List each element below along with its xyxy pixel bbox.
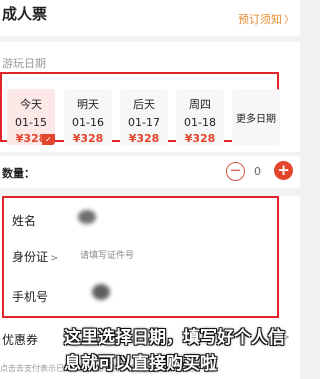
quantity-row: 数量： − 0 +: [0, 156, 300, 188]
date-day: 明天: [77, 98, 99, 111]
chevron-right-icon: >: [50, 253, 59, 264]
date-value: 01-16: [72, 116, 104, 129]
date-option-day-after[interactable]: 后天 01-17 ¥328: [120, 89, 168, 145]
date-price: ¥328: [128, 132, 160, 145]
visit-date-label: 游玩日期: [2, 57, 46, 70]
more-dates-label: 更多日期: [236, 113, 276, 125]
booking-notice-label: 预订须知: [238, 13, 282, 26]
booking-notice-link[interactable]: 预订须知〉: [238, 11, 294, 27]
id-field-label[interactable]: 身份证 >: [12, 248, 58, 265]
date-day: 周四: [189, 98, 211, 111]
date-day: 后天: [133, 98, 155, 111]
date-option-today[interactable]: 今天 01-15 ¥328 ✓: [7, 89, 55, 145]
date-price: ¥328: [184, 132, 216, 145]
date-value: 01-17: [128, 116, 160, 129]
decrease-quantity-button[interactable]: −: [226, 162, 245, 181]
chevron-right-icon: 〉: [284, 15, 294, 26]
name-field-label: 姓名: [12, 214, 37, 228]
date-day: 今天: [20, 98, 42, 111]
phone-field-label: 手机号: [12, 290, 49, 304]
coupon-label: 优惠券: [2, 333, 39, 347]
page-title: 成人票: [2, 5, 48, 23]
more-dates-button[interactable]: 更多日期: [232, 89, 280, 145]
date-value: 01-15: [15, 116, 47, 129]
overlay-caption: 这里选择日期，填写好个人信息就可以直接购买啦: [64, 328, 285, 374]
date-option-tomorrow[interactable]: 明天 01-16 ¥328: [64, 89, 112, 145]
header-bar: 成人票 预订须知〉: [0, 0, 300, 36]
name-field-value[interactable]: [78, 210, 96, 224]
phone-field-value[interactable]: [92, 284, 110, 300]
quantity-value: 0: [254, 165, 261, 178]
quantity-label: 数量：: [2, 167, 35, 180]
id-number-input[interactable]: 请填写证件号: [80, 248, 134, 261]
date-value: 01-18: [184, 116, 216, 129]
increase-quantity-button[interactable]: +: [274, 161, 293, 180]
id-field-label-text: 身份证: [12, 250, 49, 264]
date-price: ¥328: [72, 132, 104, 145]
date-option-thursday[interactable]: 周四 01-18 ¥328: [176, 89, 224, 145]
visitor-info-section: 姓名 身份证 > 请填写证件号 手机号: [0, 196, 300, 322]
selected-check-icon: ✓: [42, 134, 55, 145]
